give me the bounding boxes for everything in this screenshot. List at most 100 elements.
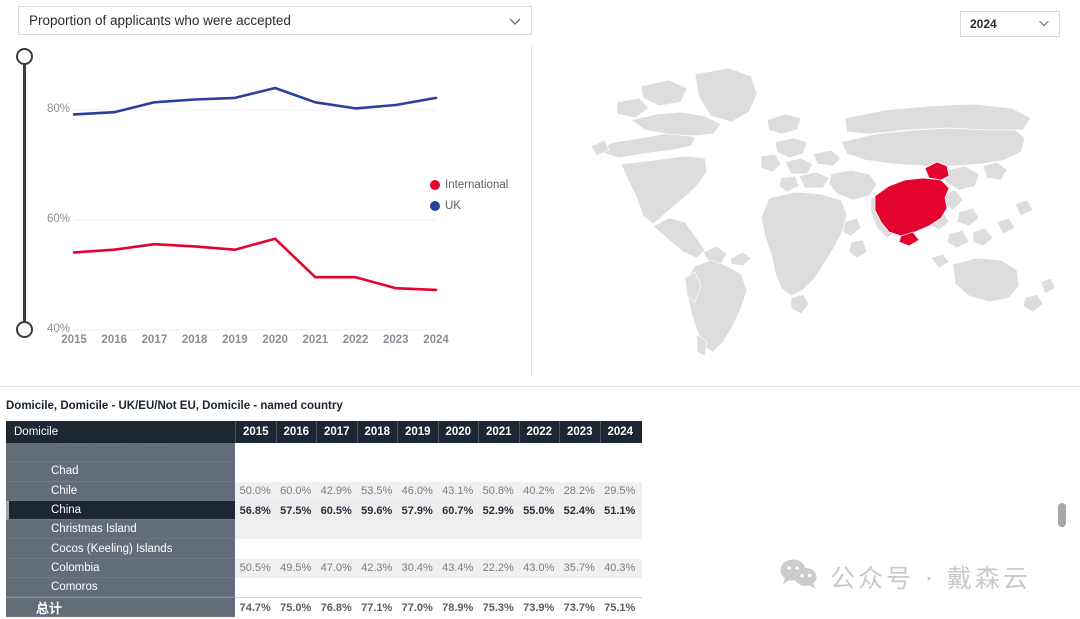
table-cell-2022: 43.0% [523, 562, 555, 575]
table-row-label: Christmas Island [6, 520, 235, 540]
x-axis-label-2019: 2019 [222, 334, 248, 346]
table-row-label: Chile [6, 481, 235, 501]
line-chart: 80% 60% 40% 2015 2016 2017 2018 2019 2020 2021… [36, 46, 526, 376]
table-cell-2016: 49.5% [280, 562, 312, 575]
measure-dropdown[interactable]: Proportion of applicants who were accept… [18, 6, 532, 35]
table-row[interactable]: Chad [6, 462, 642, 482]
table-row-values [235, 578, 642, 598]
table-cell-2015: 50.0% [239, 485, 271, 498]
table-cell-2018: 59.6% [361, 504, 393, 517]
table-cell-2022: 73.9% [523, 601, 555, 614]
table-cell-2015 [235, 520, 276, 539]
table-cell-2020 [438, 539, 479, 558]
table-cell-2015 [235, 539, 276, 558]
table-row-label: 总计 [6, 597, 235, 617]
table-header-year-2015[interactable]: 2015 [235, 421, 276, 443]
table-header-year-2020[interactable]: 2020 [437, 421, 479, 443]
table-cell-2024 [600, 443, 641, 462]
table-row-label: Central African Republic [6, 443, 235, 463]
table-row[interactable]: Colombia 50.5% 49.5% 47.0% 42.3% 30.4% 43.4% 22… [6, 558, 642, 579]
table-row-values [235, 462, 642, 482]
table-cell-2017 [316, 578, 357, 597]
table-header-year-2019[interactable]: 2019 [397, 421, 438, 443]
table-cell-2016 [276, 539, 317, 558]
table-row[interactable]: Christmas Island [6, 520, 642, 540]
table-cell-2016 [276, 578, 317, 597]
table-row[interactable]: China 56.8% 57.5% 60.5% 59.6% 57.9% 60.7% 52.9%… [6, 500, 642, 521]
gridlines [74, 109, 436, 331]
table-cell-2023: 73.7% [563, 601, 595, 614]
table-cell-2023: 35.7% [563, 562, 595, 575]
table-cell-2022 [519, 520, 560, 539]
table-cell-2021 [478, 520, 519, 539]
table-cell-2019: 46.0% [401, 485, 433, 498]
table-cell-2024 [600, 539, 641, 558]
table-cell-2023: 52.4% [563, 504, 595, 517]
table-cell-2024: 75.1% [604, 601, 636, 614]
table-cell-2021: 22.2% [482, 562, 514, 575]
table-cell-2023 [559, 578, 600, 597]
page-scrollbar-thumb[interactable] [1058, 503, 1066, 527]
table-row[interactable]: Comoros [6, 578, 642, 598]
domicile-table[interactable]: Domicile 2015 2016 2017 2018 2019 2020 2021 202… [6, 421, 642, 619]
table-cell-2019: 30.4% [401, 562, 433, 575]
table-header-year-2016[interactable]: 2016 [275, 421, 317, 443]
table-cell-2024: 51.1% [604, 504, 636, 517]
table-caption: Domicile, Domicile - UK/EU/Not EU, Domic… [6, 400, 343, 412]
vertical-range-slider[interactable] [13, 48, 35, 338]
table-cell-2023: 28.2% [563, 485, 595, 498]
table-cell-2019 [397, 443, 438, 462]
table-cell-2024 [600, 520, 641, 539]
legend-label-uk: UK [445, 200, 461, 212]
legend-label-international: International [445, 179, 509, 191]
table-row[interactable]: Chile 50.0% 60.0% 42.9% 53.5% 46.0% 43.1% 50.8%… [6, 481, 642, 501]
slider-handle-lower[interactable] [16, 321, 33, 338]
table-cell-2016: 60.0% [280, 485, 312, 498]
slider-handle-upper[interactable] [16, 48, 33, 65]
table-cell-2017: 42.9% [320, 485, 352, 498]
table-cell-2023 [559, 462, 600, 481]
legend-item-international[interactable]: International [430, 179, 508, 191]
table-cell-2016 [276, 462, 317, 481]
table-cell-2024 [600, 462, 641, 481]
table-header-year-2022[interactable]: 2022 [518, 421, 560, 443]
table-row-values: 50.5% 49.5% 47.0% 42.3% 30.4% 43.4% 22.2% 43.0%… [235, 558, 642, 579]
table-total-row[interactable]: 总计 74.7% 75.0% 76.8% 77.1% 77.0% 78.9% 75.3% 73.… [6, 597, 642, 617]
table-cell-2017 [316, 462, 357, 481]
table-row-label: Colombia [6, 558, 235, 579]
table-cell-2017: 60.5% [320, 504, 352, 517]
table-row[interactable]: Central African Republic [6, 443, 642, 463]
year-dropdown[interactable]: 2024 [960, 11, 1060, 37]
table-cell-2022: 55.0% [523, 504, 555, 517]
watermark: 公众号 · 戴森云 [780, 558, 1031, 595]
table-cell-2024 [600, 578, 641, 597]
table-cell-2017: 47.0% [320, 562, 352, 575]
table-header-year-2024[interactable]: 2024 [599, 421, 641, 443]
table-row[interactable]: Cocos (Keeling) Islands [6, 539, 642, 559]
table-header-year-2018[interactable]: 2018 [356, 421, 398, 443]
chevron-down-icon [507, 13, 523, 29]
section-divider-horizontal [0, 386, 1080, 387]
table-cell-2022 [519, 462, 560, 481]
table-cell-2018 [357, 539, 398, 558]
legend-item-uk[interactable]: UK [430, 200, 508, 212]
chart-legend: International UK [430, 179, 508, 221]
table-header-year-2021[interactable]: 2021 [478, 421, 519, 443]
table-cell-2016 [276, 520, 317, 539]
table-cell-2019 [397, 462, 438, 481]
table-row-values: 56.8% 57.5% 60.5% 59.6% 57.9% 60.7% 52.9% 55.0%… [235, 500, 642, 521]
x-axis-label-2022: 2022 [342, 334, 369, 346]
table-cell-2015 [235, 578, 276, 597]
table-cell-2020: 43.4% [442, 562, 474, 575]
table-header-year-2017[interactable]: 2017 [316, 421, 357, 443]
x-axis-label-2021: 2021 [302, 334, 329, 346]
table-header-year-2023[interactable]: 2023 [559, 421, 600, 443]
world-map[interactable] [545, 46, 1080, 376]
table-cell-2015: 74.7% [239, 601, 271, 614]
table-row-values [235, 443, 642, 463]
table-cell-2019 [397, 539, 438, 558]
chevron-down-icon [1037, 16, 1053, 32]
series-line-international [72, 237, 438, 292]
table-row-label: Comoros [6, 578, 235, 598]
legend-swatch-uk [430, 201, 440, 211]
